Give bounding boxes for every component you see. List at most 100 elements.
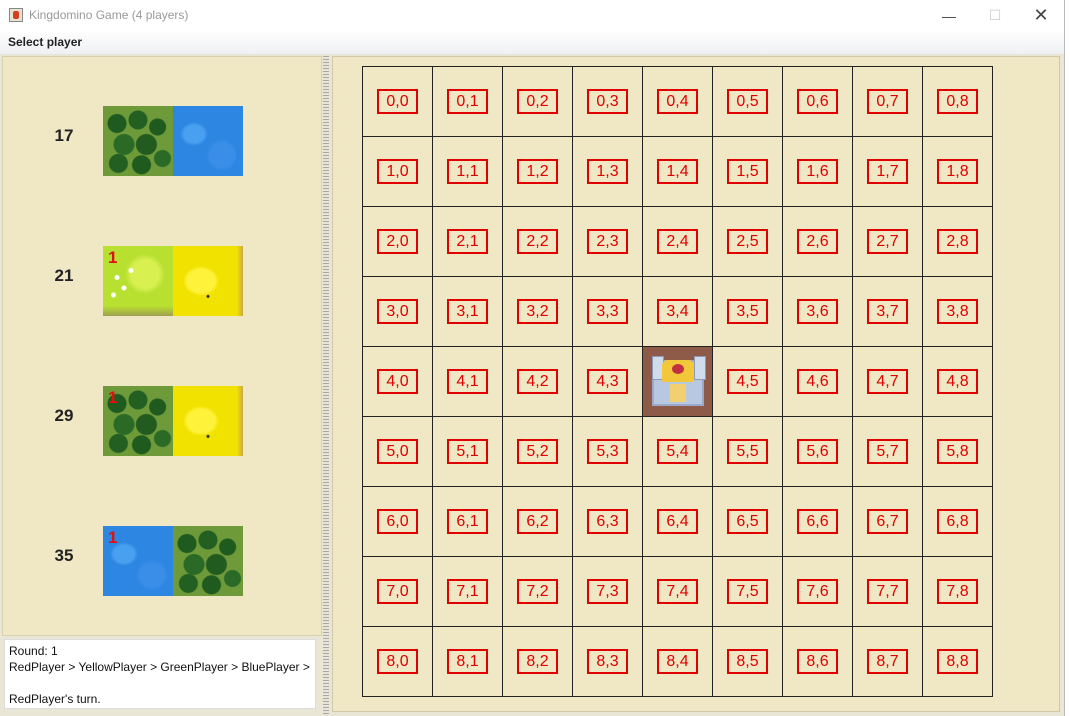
board-cell[interactable]: 8,7 [852,626,923,697]
board-cell[interactable]: 0,8 [922,66,993,137]
cell-coordinate-button[interactable]: 5,7 [867,439,908,464]
board-cell[interactable]: 4,0 [362,346,433,417]
menu-select-player[interactable]: Select player [8,35,82,49]
board-cell[interactable]: 4,8 [922,346,993,417]
cell-coordinate-button[interactable]: 0,7 [867,89,908,114]
split-pane-divider[interactable] [323,54,329,716]
cell-coordinate-button[interactable]: 8,0 [377,649,418,674]
cell-coordinate-button[interactable]: 8,1 [447,649,488,674]
board-cell[interactable]: 3,2 [502,276,573,347]
board-cell[interactable]: 8,0 [362,626,433,697]
castle-tile[interactable] [642,346,713,417]
board-cell[interactable]: 8,3 [572,626,643,697]
board-cell[interactable]: 6,2 [502,486,573,557]
domino-left-tile[interactable]: 1 [103,386,173,456]
cell-coordinate-button[interactable]: 3,7 [867,299,908,324]
board-cell[interactable]: 7,7 [852,556,923,627]
cell-coordinate-button[interactable]: 3,2 [517,299,558,324]
board-cell[interactable]: 3,0 [362,276,433,347]
cell-coordinate-button[interactable]: 8,8 [937,649,978,674]
domino-right-tile[interactable] [173,246,243,316]
board-cell[interactable]: 6,4 [642,486,713,557]
domino-row[interactable]: 29 1 [3,386,323,456]
cell-coordinate-button[interactable]: 2,5 [727,229,768,254]
board-cell[interactable]: 6,3 [572,486,643,557]
cell-coordinate-button[interactable]: 7,2 [517,579,558,604]
cell-coordinate-button[interactable]: 3,4 [657,299,698,324]
cell-coordinate-button[interactable]: 5,1 [447,439,488,464]
cell-coordinate-button[interactable]: 4,6 [797,369,838,394]
board-cell[interactable]: 5,1 [432,416,503,487]
cell-coordinate-button[interactable]: 1,5 [727,159,768,184]
board-cell[interactable]: 0,5 [712,66,783,137]
board-cell[interactable]: 8,2 [502,626,573,697]
board-cell[interactable]: 6,5 [712,486,783,557]
board-cell[interactable]: 2,4 [642,206,713,277]
board-cell[interactable]: 4,7 [852,346,923,417]
cell-coordinate-button[interactable]: 1,6 [797,159,838,184]
cell-coordinate-button[interactable]: 7,6 [797,579,838,604]
cell-coordinate-button[interactable]: 3,0 [377,299,418,324]
board-cell[interactable]: 3,6 [782,276,853,347]
cell-coordinate-button[interactable]: 5,5 [727,439,768,464]
cell-coordinate-button[interactable]: 2,1 [447,229,488,254]
domino-right-tile[interactable] [173,526,243,596]
cell-coordinate-button[interactable]: 1,4 [657,159,698,184]
cell-coordinate-button[interactable]: 7,4 [657,579,698,604]
cell-coordinate-button[interactable]: 0,8 [937,89,978,114]
board-cell[interactable]: 3,3 [572,276,643,347]
cell-coordinate-button[interactable]: 8,6 [797,649,838,674]
board-cell[interactable]: 3,4 [642,276,713,347]
board-cell[interactable]: 0,3 [572,66,643,137]
cell-coordinate-button[interactable]: 4,2 [517,369,558,394]
cell-coordinate-button[interactable]: 5,6 [797,439,838,464]
board-cell[interactable]: 5,5 [712,416,783,487]
cell-coordinate-button[interactable]: 3,6 [797,299,838,324]
cell-coordinate-button[interactable]: 5,4 [657,439,698,464]
cell-coordinate-button[interactable]: 0,5 [727,89,768,114]
board-cell[interactable]: 4,3 [572,346,643,417]
board-cell[interactable]: 5,4 [642,416,713,487]
board-cell[interactable]: 2,3 [572,206,643,277]
domino-right-tile[interactable] [173,386,243,456]
cell-coordinate-button[interactable]: 8,4 [657,649,698,674]
cell-coordinate-button[interactable]: 6,0 [377,509,418,534]
board-cell[interactable]: 6,7 [852,486,923,557]
board-cell[interactable]: 7,4 [642,556,713,627]
maximize-button[interactable]: ☐ [972,0,1018,31]
board-cell[interactable]: 2,7 [852,206,923,277]
board-cell[interactable]: 1,3 [572,136,643,207]
cell-coordinate-button[interactable]: 6,5 [727,509,768,534]
cell-coordinate-button[interactable]: 4,5 [727,369,768,394]
board-cell[interactable]: 2,1 [432,206,503,277]
cell-coordinate-button[interactable]: 5,3 [587,439,628,464]
domino-left-tile[interactable] [103,106,173,176]
board-cell[interactable]: 7,3 [572,556,643,627]
cell-coordinate-button[interactable]: 3,1 [447,299,488,324]
domino-right-tile[interactable] [173,106,243,176]
cell-coordinate-button[interactable]: 1,0 [377,159,418,184]
board-cell[interactable]: 6,1 [432,486,503,557]
cell-coordinate-button[interactable]: 5,8 [937,439,978,464]
cell-coordinate-button[interactable]: 3,3 [587,299,628,324]
domino-row[interactable]: 21 1 [3,246,323,316]
board-cell[interactable]: 0,0 [362,66,433,137]
board-cell[interactable]: 7,1 [432,556,503,627]
cell-coordinate-button[interactable]: 6,1 [447,509,488,534]
cell-coordinate-button[interactable]: 2,6 [797,229,838,254]
cell-coordinate-button[interactable]: 6,3 [587,509,628,534]
cell-coordinate-button[interactable]: 7,1 [447,579,488,604]
board-cell[interactable]: 7,5 [712,556,783,627]
board-cell[interactable]: 1,6 [782,136,853,207]
board-cell[interactable]: 0,1 [432,66,503,137]
board-cell[interactable]: 5,2 [502,416,573,487]
board-cell[interactable]: 7,2 [502,556,573,627]
board-cell[interactable]: 1,5 [712,136,783,207]
cell-coordinate-button[interactable]: 2,2 [517,229,558,254]
board-cell[interactable]: 4,2 [502,346,573,417]
cell-coordinate-button[interactable]: 6,6 [797,509,838,534]
cell-coordinate-button[interactable]: 6,4 [657,509,698,534]
board-cell[interactable]: 6,8 [922,486,993,557]
board-cell[interactable]: 1,7 [852,136,923,207]
cell-coordinate-button[interactable]: 8,5 [727,649,768,674]
